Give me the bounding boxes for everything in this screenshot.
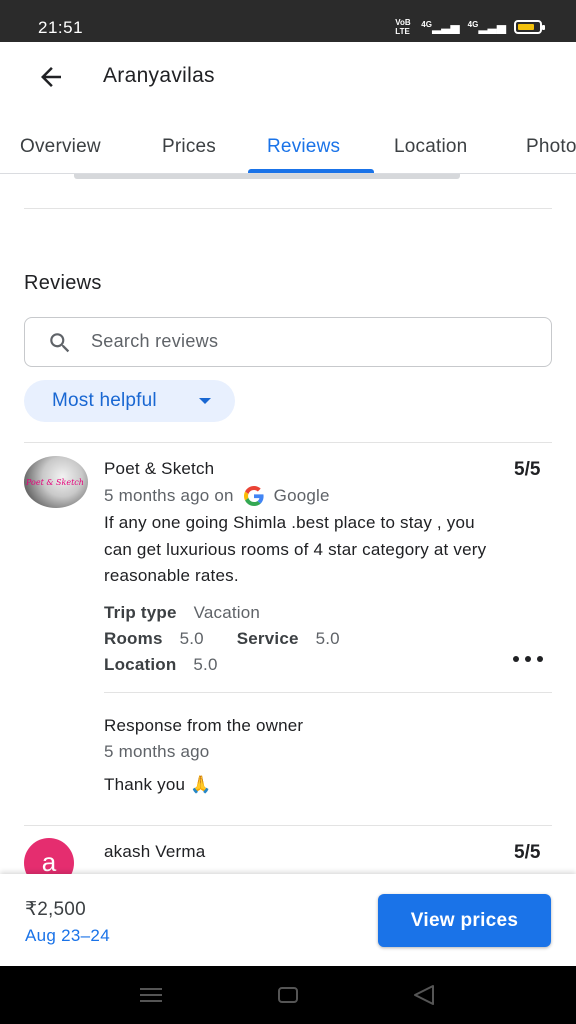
caret-down-icon [199,398,211,404]
status-time: 21:51 [38,18,84,37]
system-nav-bar [0,966,576,1024]
search-reviews-input[interactable]: Search reviews [24,317,552,367]
search-icon [50,333,70,353]
date-range[interactable]: Aug 23–24 [25,926,110,946]
review-time: 5 months ago on [104,486,234,505]
more-options-icon[interactable] [512,655,544,663]
app-bar: Aranyavilas [0,42,576,110]
signal-icon: 4G▂▃▅ [421,20,460,34]
price: ₹2,500 [25,899,86,920]
review-text: If any one going Shimla .best place to s… [104,513,487,585]
location-label: Location [104,655,177,674]
tab-reviews[interactable]: Reviews [267,136,340,158]
divider [24,442,552,443]
arrow-left-icon[interactable] [36,62,66,92]
owner-response-text: Thank you 🙏 [104,775,212,794]
tab-bar: Overview Prices Reviews Location Photos [0,126,576,174]
home-icon[interactable] [278,987,298,1003]
tab-location[interactable]: Location [394,136,467,158]
review-meta: 5 months ago on Google [104,486,330,506]
rooms-value: 5.0 [179,629,204,648]
sort-label: Most helpful [52,390,157,411]
view-prices-button[interactable]: View prices [378,894,551,947]
battery-icon [514,20,545,34]
volte-icon: VoB LTE [395,18,411,36]
tab-prices[interactable]: Prices [162,136,216,158]
service-value: 5.0 [315,629,340,648]
reviewer-name[interactable]: Poet & Sketch [104,459,214,479]
avatar-logo-text: Poet & Sketch [26,478,84,487]
signal-icon: 4G▂▃▅ [467,20,506,34]
status-icons: VoB LTE 4G▂▃▅ 4G▂▃▅ [395,18,545,36]
page-title: Aranyavilas [103,64,215,87]
location-value: 5.0 [193,655,218,674]
rooms-label: Rooms [104,629,163,648]
sort-dropdown[interactable]: Most helpful [24,380,235,422]
divider [24,825,552,826]
review-source: Google [273,486,330,505]
trip-type-value: Vacation [193,603,261,622]
reviewer-name[interactable]: akash Verma [104,842,205,862]
rating-distribution-bar [74,174,460,179]
trip-type-row: Trip type Vacation [104,603,260,623]
status-bar: 21:51 VoB LTE 4G▂▃▅ 4G▂▃▅ [0,0,576,42]
owner-response-title: Response from the owner [104,716,304,735]
tab-overview[interactable]: Overview [20,136,101,158]
reviews-heading: Reviews [24,272,102,294]
owner-response-time: 5 months ago [104,742,210,761]
recent-apps-icon[interactable] [140,988,162,1002]
tab-photos[interactable]: Photos [526,136,576,158]
service-label: Service [236,629,299,648]
review-rating: 5/5 [514,459,541,480]
divider [104,692,552,693]
trip-type-label: Trip type [104,603,177,622]
back-nav-icon[interactable] [413,985,435,1005]
search-placeholder: Search reviews [91,331,219,351]
review-rating: 5/5 [514,842,541,863]
avatar[interactable]: Poet & Sketch [24,456,88,508]
location-row: Location 5.0 [104,655,218,675]
bottom-price-bar: ₹2,500 Aug 23–24 View prices [0,874,576,966]
divider [24,208,552,209]
rooms-service-row: Rooms 5.0 Service 5.0 [104,629,340,649]
google-icon [243,486,264,506]
